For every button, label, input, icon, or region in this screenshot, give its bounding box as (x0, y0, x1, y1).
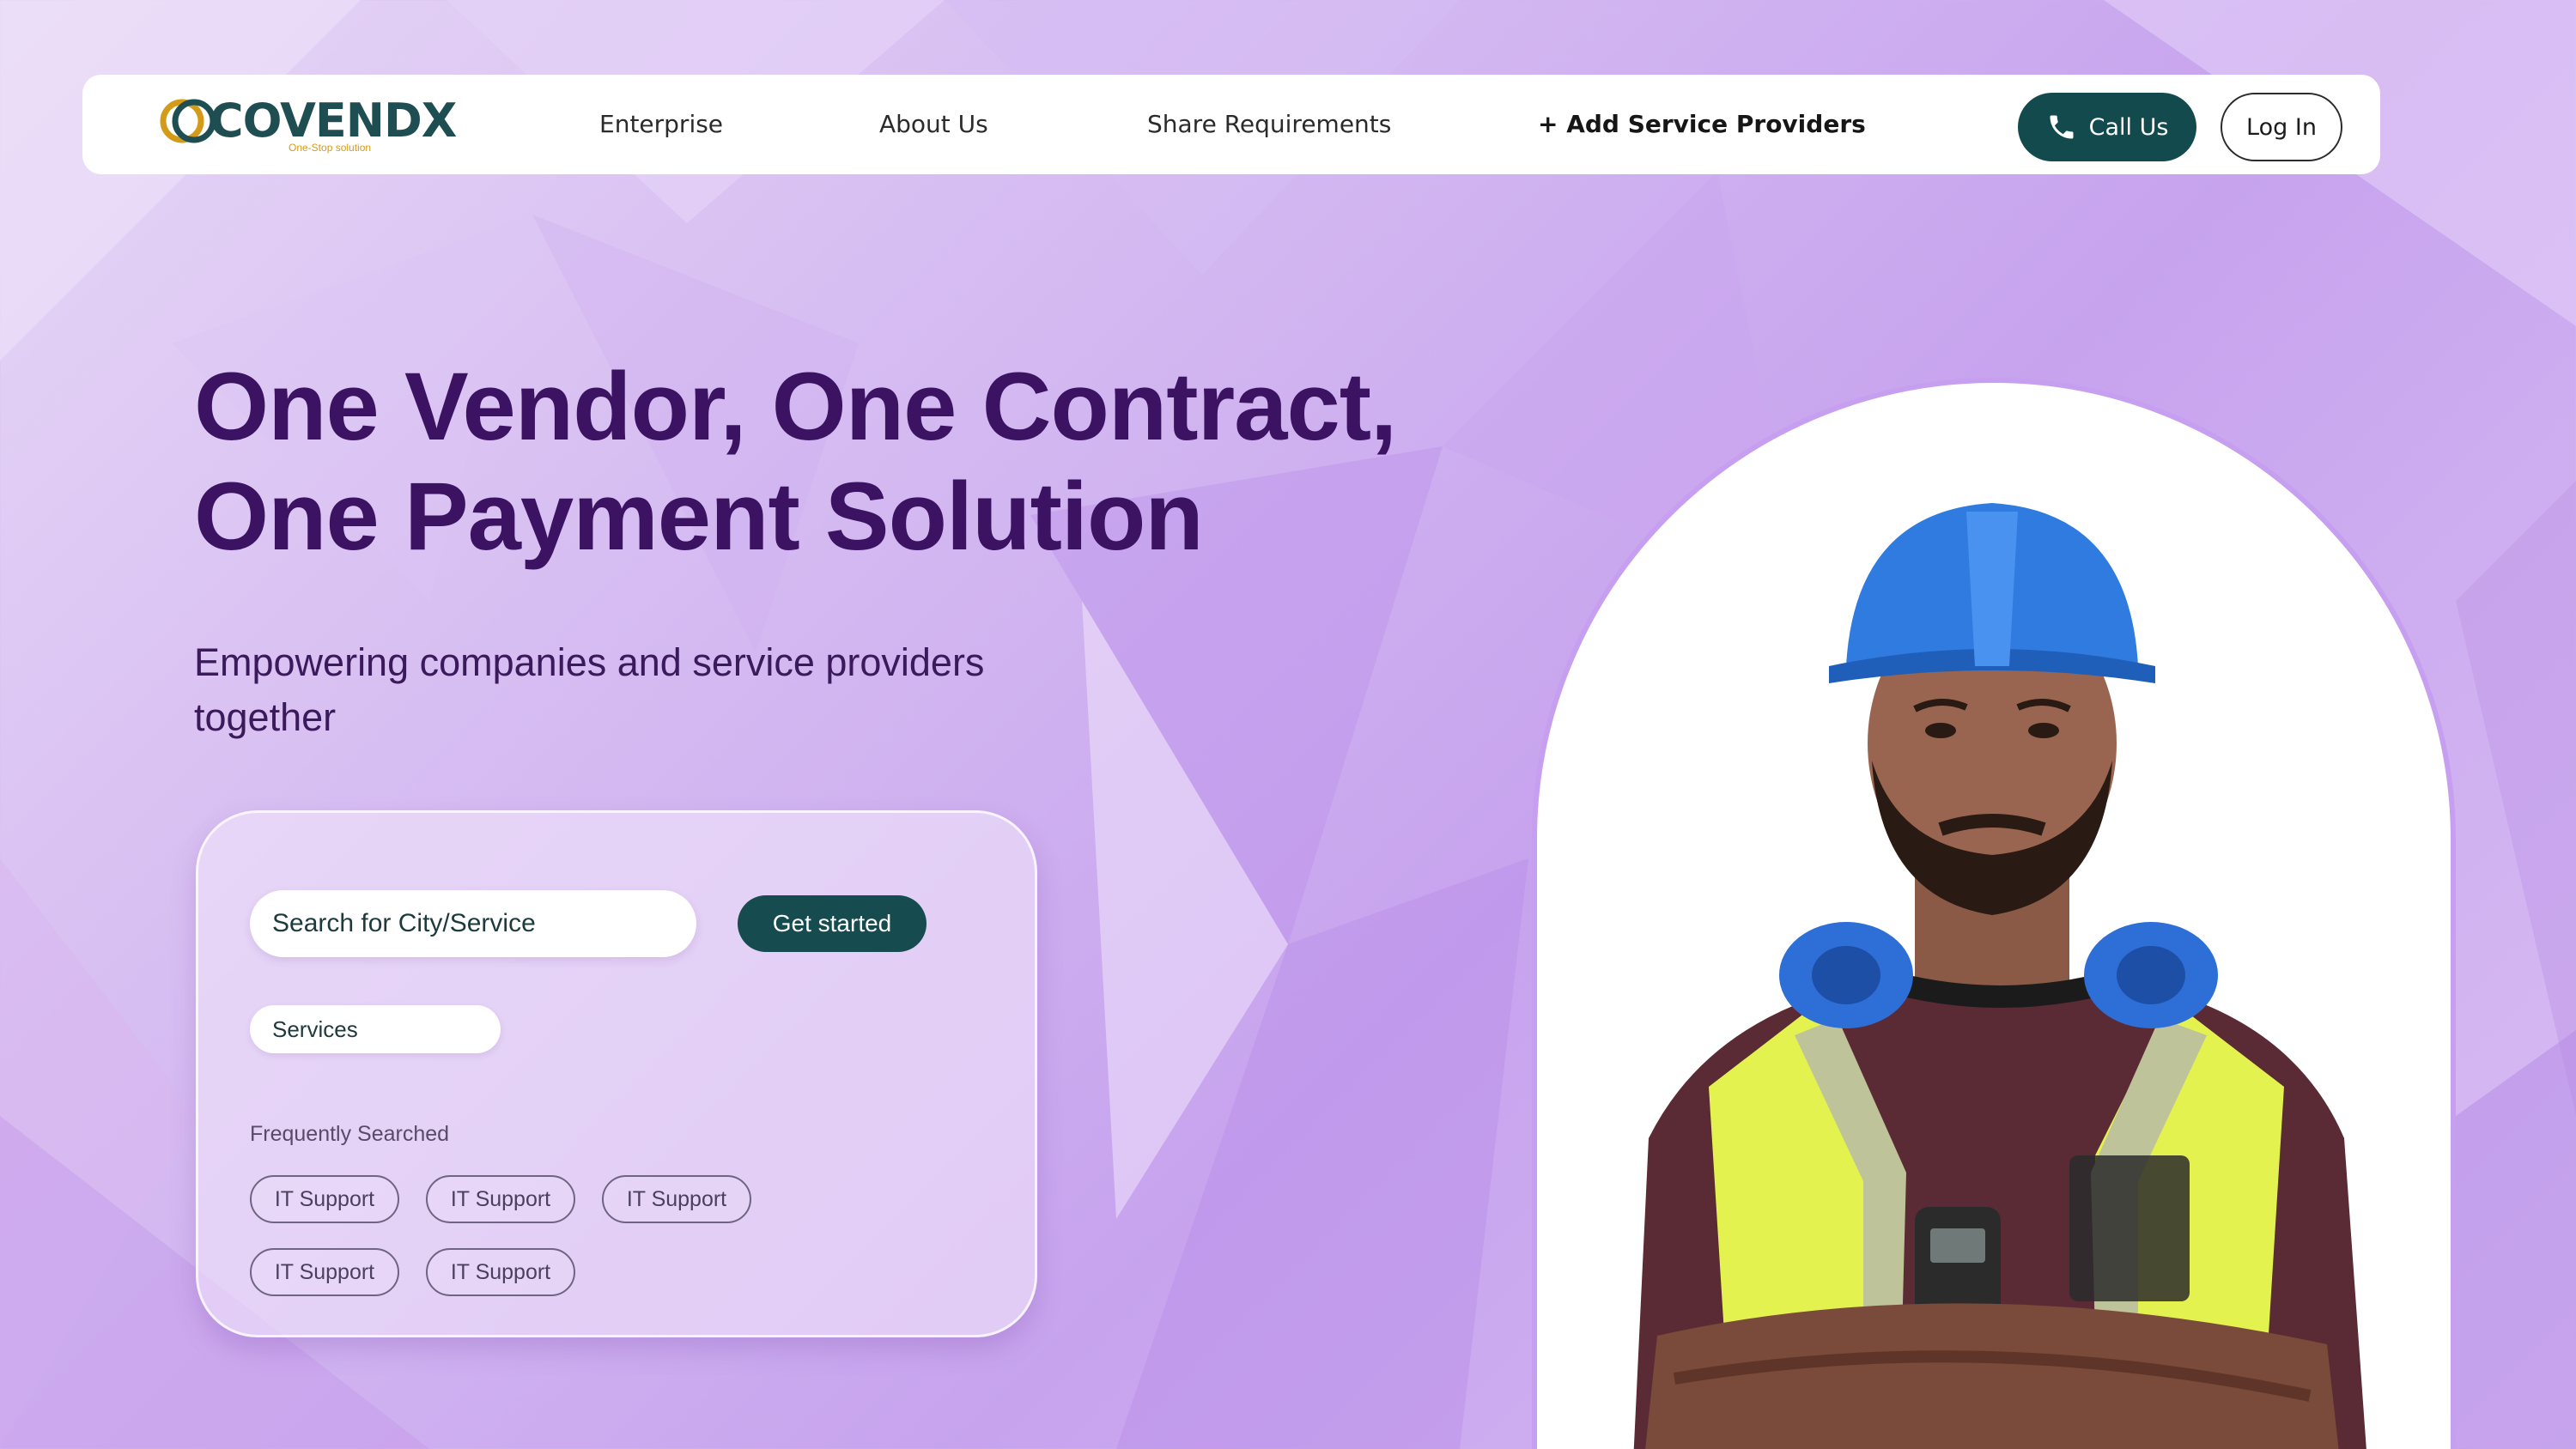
frequent-search-chip[interactable]: IT Support (250, 1175, 399, 1223)
hero-title-line-2: One Payment Solution (194, 463, 1204, 570)
login-button[interactable]: Log In (2221, 93, 2342, 161)
services-dropdown[interactable]: Services (250, 1005, 501, 1053)
nav-add-service-providers[interactable]: + Add Service Providers (1538, 75, 1866, 174)
frequently-searched-label: Frequently Searched (250, 1122, 450, 1146)
login-label: Log In (2246, 113, 2317, 141)
call-us-label: Call Us (2088, 113, 2169, 141)
call-us-button[interactable]: Call Us (2018, 93, 2196, 161)
worker-illustration (1633, 503, 2366, 1449)
nav-share-requirements[interactable]: Share Requirements (1147, 75, 1391, 174)
hero-image-arch (1532, 378, 2456, 1449)
top-navbar: COVENDX One-Stop solution Enterprise Abo… (82, 75, 2380, 174)
nav-enterprise[interactable]: Enterprise (599, 75, 723, 174)
brand-logo[interactable]: COVENDX One-Stop solution (158, 94, 457, 159)
hero-subtitle: Empowering companies and service provide… (194, 640, 985, 739)
brand-name: COVENDX (210, 94, 457, 148)
frequent-search-chip[interactable]: IT Support (426, 1175, 575, 1223)
nav-about-us[interactable]: About Us (879, 75, 988, 174)
get-started-button[interactable]: Get started (738, 895, 927, 952)
search-input[interactable] (250, 890, 696, 957)
hero-title-line-1: One Vendor, One Contract, (194, 353, 1397, 460)
search-card: Get started Services Frequently Searched… (196, 810, 1037, 1337)
hero-title: One Vendor, One Contract, One Payment So… (194, 352, 1482, 572)
frequent-search-chip[interactable]: IT Support (426, 1248, 575, 1296)
phone-icon (2050, 115, 2074, 139)
frequent-search-chip[interactable]: IT Support (250, 1248, 399, 1296)
frequent-search-chip[interactable]: IT Support (602, 1175, 751, 1223)
brand-tagline: One-Stop solution (289, 142, 372, 154)
